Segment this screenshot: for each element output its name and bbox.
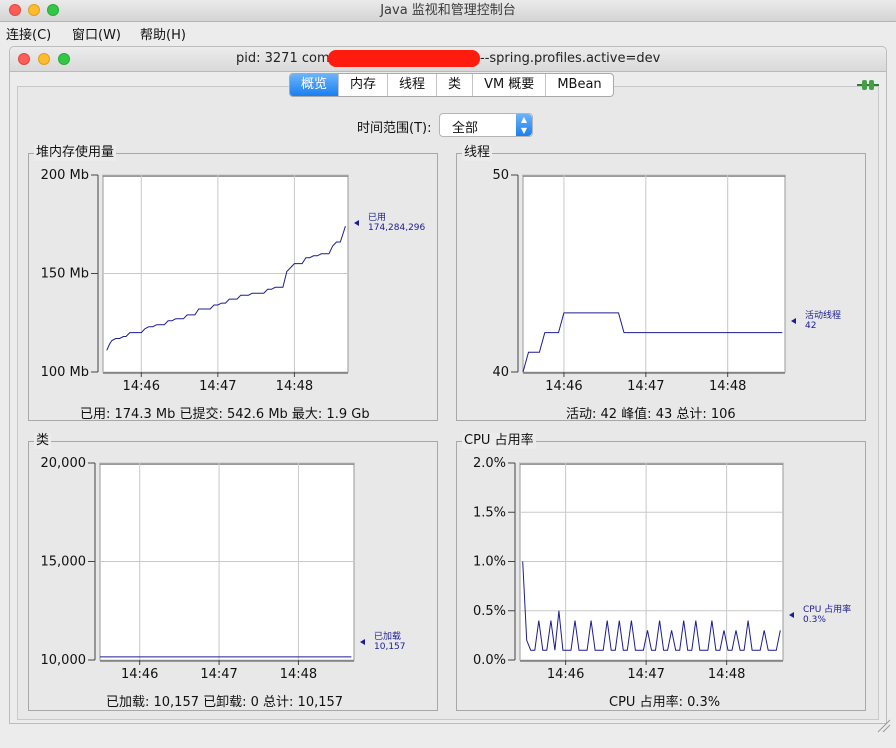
panel-cpu-title: CPU 占用率 [462, 433, 536, 449]
classes-chart: 10,000 15,000 20,000 14:46 14:47 14:48 已加载10,1… [41, 456, 406, 682]
cpu-legend-value: 0.3% [803, 615, 826, 625]
classes-x-tick-label: 14:47 [200, 667, 237, 682]
classes-legend-value: 10,157 [374, 642, 406, 652]
menu-connect[interactable]: 连接(C) [6, 24, 51, 43]
heap-y-tick-label: 100 Mb [41, 365, 89, 380]
cpu-summary: CPU 占用率: 0.3% [609, 695, 721, 710]
threads-x-tick-label: 14:47 [627, 379, 664, 394]
cpu-legend-marker [789, 612, 794, 618]
cpu-legend-name: CPU 占用率 [803, 603, 851, 615]
zoom-connection-button[interactable] [58, 53, 70, 65]
menu-bar: 连接(C) 窗口(W) 帮助(H) [0, 22, 896, 43]
minimize-connection-button[interactable] [38, 53, 50, 65]
tab-threads[interactable]: 线程 [388, 74, 438, 96]
tab-bar: 概览 内存 线程 类 VM 概要 MBean [289, 73, 614, 97]
threads-chart: 40 50 14:46 14:47 14:48 活动线程42 [492, 168, 841, 394]
heap-chart: 100 Mb 150 Mb 200 Mb 14:46 14:47 14:48 已用174,2… [41, 168, 426, 394]
updown-arrow-icon: ▲ ▼ [516, 114, 532, 136]
threads-plot-area [522, 174, 786, 373]
connection-title-suffix: --spring.profiles.active=dev [480, 51, 661, 66]
zoom-window-button[interactable] [47, 4, 59, 16]
tab-mbean[interactable]: MBean [546, 74, 612, 96]
heap-x-tick-label: 14:46 [123, 379, 160, 394]
time-range-select[interactable]: 全部 ▲ ▼ [439, 113, 533, 137]
classes-y-tick-label: 15,000 [41, 555, 87, 570]
threads-y-tick-label: 40 [492, 365, 509, 380]
cpu-x-tick-label: 14:46 [547, 667, 584, 682]
heap-y-tick-label: 200 Mb [41, 168, 89, 183]
connection-title-prefix: pid: 3271 com [236, 51, 330, 66]
heap-legend-value: 174,284,296 [368, 223, 426, 233]
threads-y-tick-label: 50 [492, 168, 509, 183]
heap-x-tick-label: 14:47 [199, 379, 236, 394]
classes-x-tick-label: 14:48 [280, 667, 317, 682]
redaction-bar [328, 50, 480, 67]
classes-y-tick-label: 20,000 [41, 456, 87, 471]
heap-summary: 已用: 174.3 Mb 已提交: 542.6 Mb 最大: 1.9 Gb [80, 407, 370, 422]
cpu-chart: 0.0% 0.5% 1.0% 1.5% 2.0% 14:46 14:47 14:48 CPU 占… [473, 456, 851, 682]
time-range-value: 全部 [452, 121, 479, 136]
plug-connected-icon [857, 80, 879, 90]
close-connection-button[interactable] [18, 53, 30, 65]
threads-legend-marker [791, 318, 796, 324]
cpu-y-tick-label: 1.5% [473, 505, 506, 520]
heap-x-tick-label: 14:48 [276, 379, 313, 394]
classes-legend-name: 已加载 [374, 630, 401, 642]
threads-x-tick-label: 14:46 [545, 379, 582, 394]
heap-legend-name: 已用 [368, 212, 386, 223]
tab-overview[interactable]: 概览 [290, 74, 340, 96]
window-title: Java 监视和管理控制台 [380, 3, 516, 18]
cpu-y-tick-label: 2.0% [473, 456, 506, 471]
classes-legend-marker [360, 639, 365, 645]
panel-heap-title: 堆内存使用量 [34, 145, 117, 161]
connection-window-titlebar: pid: 3271 com --spring.profiles.active=d… [10, 47, 886, 72]
threads-x-tick-label: 14:48 [709, 379, 746, 394]
heap-legend-marker [354, 220, 359, 226]
menu-help[interactable]: 帮助(H) [140, 24, 186, 43]
menu-window[interactable]: 窗口(W) [72, 24, 121, 43]
cpu-y-tick-label: 0.5% [473, 604, 506, 619]
panel-threads-title: 线程 [462, 145, 493, 161]
heap-y-tick-label: 150 Mb [41, 267, 89, 282]
window-titlebar: Java 监视和管理控制台 [0, 0, 896, 22]
tab-memory[interactable]: 内存 [339, 74, 389, 96]
classes-y-tick-label: 10,000 [41, 653, 87, 668]
cpu-x-tick-label: 14:48 [708, 667, 745, 682]
resize-grip-icon[interactable] [872, 714, 892, 734]
tab-vm-summary[interactable]: VM 概要 [473, 74, 547, 96]
time-range-label: 时间范围(T): [357, 121, 432, 136]
classes-summary: 已加载: 10,157 已卸载: 0 总计: 10,157 [106, 695, 344, 710]
classes-x-tick-label: 14:46 [121, 667, 158, 682]
threads-legend-value: 42 [805, 321, 816, 331]
threads-legend-name: 活动线程 [805, 309, 841, 321]
cpu-x-tick-label: 14:47 [627, 667, 664, 682]
threads-summary: 活动: 42 峰值: 43 总计: 106 [566, 407, 736, 422]
panel-classes-title: 类 [34, 433, 52, 449]
minimize-window-button[interactable] [28, 4, 40, 16]
tab-classes[interactable]: 类 [437, 74, 474, 96]
cpu-y-tick-label: 0.0% [473, 653, 506, 668]
close-window-button[interactable] [9, 4, 21, 16]
cpu-y-tick-label: 1.0% [473, 555, 506, 570]
